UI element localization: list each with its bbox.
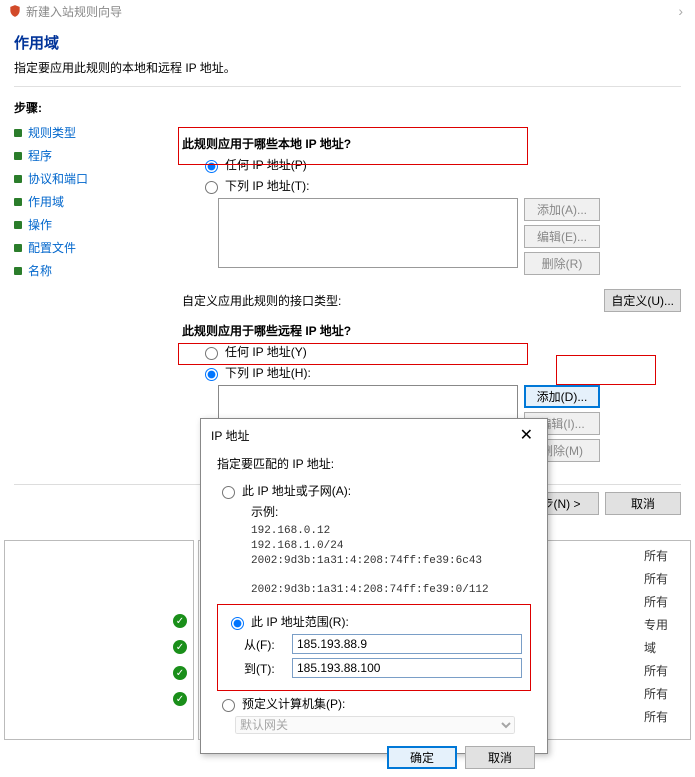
to-label: 到(T): [244, 660, 286, 677]
to-ip-input[interactable] [292, 658, 522, 678]
check-icon: ✓ [173, 614, 187, 628]
step-protocol-ports[interactable]: 协议和端口 [14, 170, 164, 187]
grid-cell: 所有 [644, 593, 684, 610]
check-icon: ✓ [173, 666, 187, 680]
grid-cell: 所有 [644, 708, 684, 725]
grid-cell: 所有 [644, 570, 684, 587]
shield-icon [8, 4, 22, 18]
check-icon: ✓ [173, 640, 187, 654]
divider [14, 86, 681, 87]
steps-label: 步骤: [14, 99, 164, 116]
close-icon[interactable]: ✕ [516, 425, 537, 445]
step-label: 程序 [28, 147, 52, 164]
page-subtitle: 指定要应用此规则的本地和远程 IP 地址。 [14, 59, 681, 76]
radio-local-these-label: 下列 IP 地址(T): [225, 177, 309, 194]
radio-predefined-set[interactable] [222, 699, 235, 712]
from-ip-input[interactable] [292, 634, 522, 654]
radio-local-these[interactable] [205, 181, 218, 194]
radio-local-any-label: 任何 IP 地址(P) [225, 156, 307, 173]
customize-interface-button[interactable]: 自定义(U)... [604, 289, 681, 312]
radio-local-any[interactable] [205, 160, 218, 173]
grid-cell: 所有 [644, 685, 684, 702]
ok-button[interactable]: 确定 [387, 746, 457, 769]
local-ip-listbox[interactable] [218, 198, 518, 268]
example-text: 192.168.0.12 192.168.1.0/24 2002:9d3b:1a… [251, 524, 531, 598]
step-rule-type[interactable]: 规则类型 [14, 124, 164, 141]
radio-ip-range[interactable] [231, 617, 244, 630]
chevron-right-icon: › [674, 3, 687, 19]
add-local-button[interactable]: 添加(A)... [524, 198, 600, 221]
step-scope[interactable]: 作用域 [14, 193, 164, 210]
step-label: 作用域 [28, 193, 64, 210]
grid-cell: 所有 [644, 662, 684, 679]
remove-local-button[interactable]: 删除(R) [524, 252, 600, 275]
step-label: 协议和端口 [28, 170, 88, 187]
remote-group-label: 此规则应用于哪些远程 IP 地址? [182, 322, 681, 339]
page-title: 作用域 [14, 32, 681, 53]
bullet-icon [14, 152, 22, 160]
cancel-button[interactable]: 取消 [605, 492, 681, 515]
radio-ip-range-label: 此 IP 地址范围(R): [251, 613, 349, 630]
step-label: 规则类型 [28, 124, 76, 141]
ip-address-dialog: IP 地址 ✕ 指定要匹配的 IP 地址: 此 IP 地址或子网(A): 示例:… [200, 418, 548, 754]
grid-cell: 所有 [644, 547, 684, 564]
steps-sidebar: 步骤: 规则类型 程序 协议和端口 作用域 操作 配置文件 名称 [14, 99, 164, 462]
grid-cell: 域 [644, 639, 684, 656]
step-label: 配置文件 [28, 239, 76, 256]
radio-ip-subnet-label: 此 IP 地址或子网(A): [242, 482, 351, 499]
dialog-title: IP 地址 [211, 427, 249, 444]
radio-remote-any[interactable] [205, 347, 218, 360]
grid-cell: 专用 [644, 616, 684, 633]
step-label: 操作 [28, 216, 52, 233]
radio-remote-these-label: 下列 IP 地址(H): [225, 364, 311, 381]
main-panel: 此规则应用于哪些本地 IP 地址? 任何 IP 地址(P) 下列 IP 地址(T… [182, 99, 681, 462]
bullet-icon [14, 129, 22, 137]
dialog-subtitle: 指定要匹配的 IP 地址: [217, 455, 531, 472]
interface-label: 自定义应用此规则的接口类型: [182, 292, 341, 309]
bullet-icon [14, 267, 22, 275]
radio-ip-subnet[interactable] [222, 486, 235, 499]
bullet-icon [14, 244, 22, 252]
dialog-cancel-button[interactable]: 取消 [465, 746, 535, 769]
local-group-label: 此规则应用于哪些本地 IP 地址? [182, 135, 681, 152]
step-program[interactable]: 程序 [14, 147, 164, 164]
bullet-icon [14, 198, 22, 206]
radio-remote-these[interactable] [205, 368, 218, 381]
bullet-icon [14, 221, 22, 229]
step-action[interactable]: 操作 [14, 216, 164, 233]
predefined-set-select[interactable]: 默认网关 [235, 716, 515, 734]
grid-left-panel: ✓ ✓ ✓ ✓ [4, 540, 194, 740]
from-label: 从(F): [244, 636, 286, 653]
highlight-box: 此 IP 地址范围(R): 从(F): 到(T): [217, 604, 531, 691]
radio-predefined-set-label: 预定义计算机集(P): [242, 695, 345, 712]
edit-local-button[interactable]: 编辑(E)... [524, 225, 600, 248]
step-profile[interactable]: 配置文件 [14, 239, 164, 256]
page-header: 作用域 指定要应用此规则的本地和远程 IP 地址。 [0, 22, 695, 99]
check-icon: ✓ [173, 692, 187, 706]
step-name[interactable]: 名称 [14, 262, 164, 279]
window-title: 新建入站规则向导 [26, 3, 122, 20]
step-label: 名称 [28, 262, 52, 279]
bullet-icon [14, 175, 22, 183]
window-titlebar: 新建入站规则向导 › [0, 0, 695, 22]
radio-remote-any-label: 任何 IP 地址(Y) [225, 343, 307, 360]
add-remote-button[interactable]: 添加(D)... [524, 385, 600, 408]
example-label: 示例: [251, 505, 278, 519]
